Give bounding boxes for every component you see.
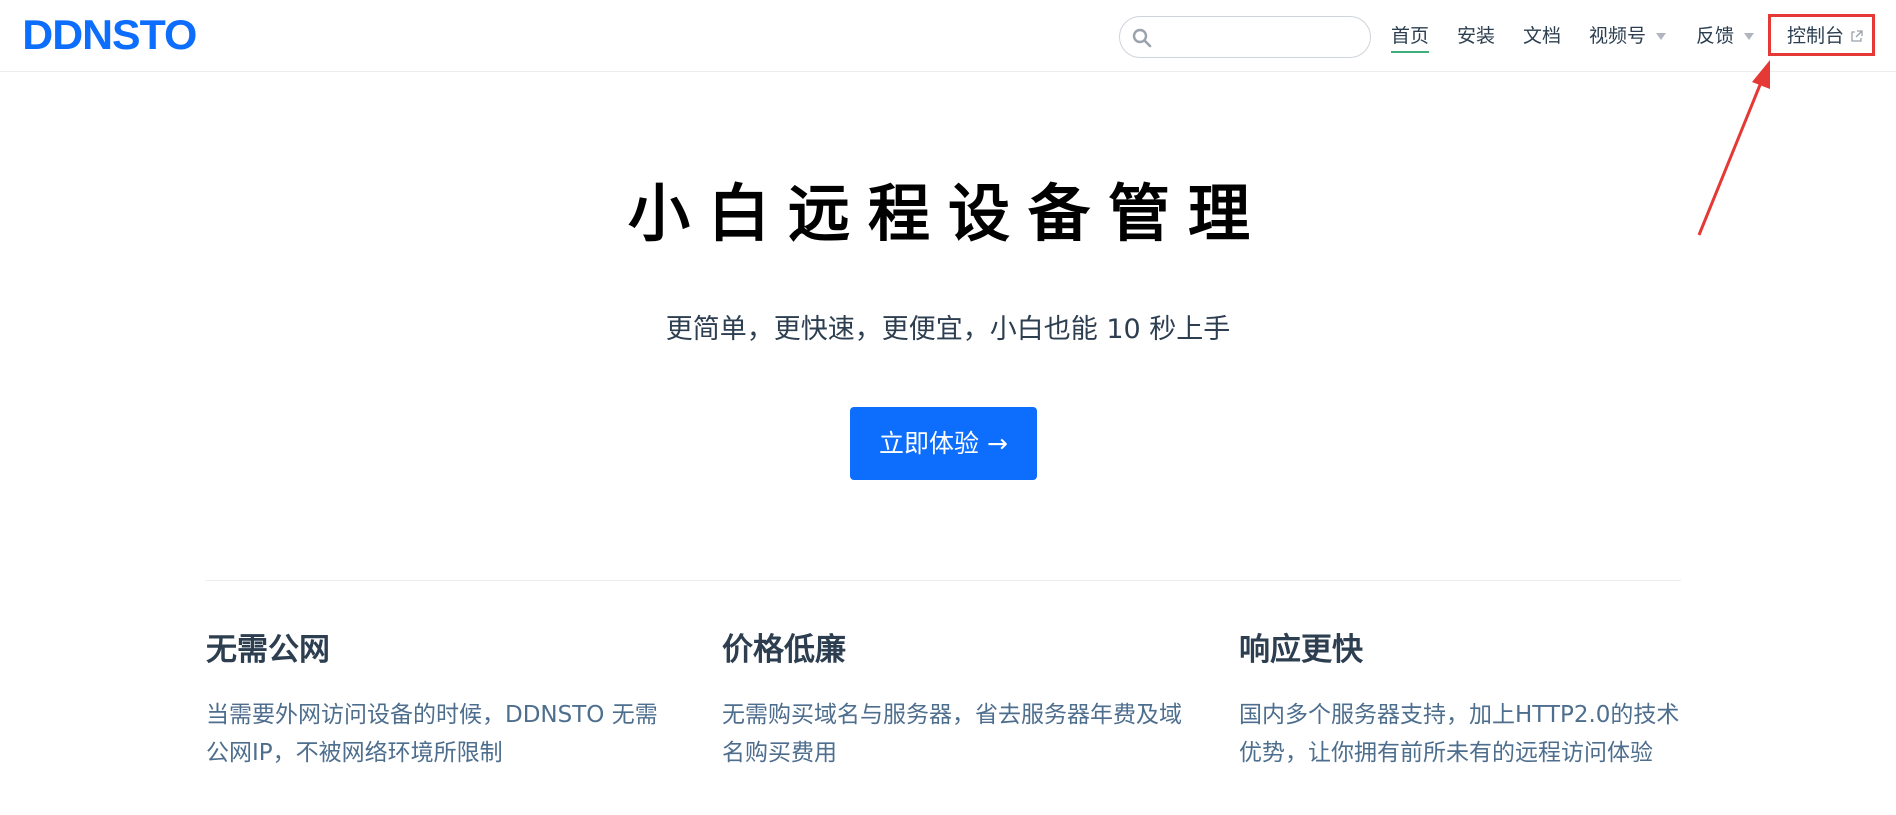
feature-no-public-ip: 无需公网 当需要外网访问设备的时候，DDNSTO 无需公网IP，不被网络环境所限… (206, 628, 666, 772)
feature-title: 响应更快 (1239, 632, 1363, 668)
nav-item-feedback-label: 反馈 (1696, 25, 1735, 47)
nav-item-install[interactable]: 安装 (1457, 22, 1495, 50)
nav-item-video-label: 视频号 (1589, 25, 1647, 47)
console-highlight-box: 控制台 (1768, 14, 1875, 56)
nav-item-video[interactable]: 视频号 (1589, 22, 1667, 50)
feature-title: 无需公网 (206, 632, 330, 668)
hero-title: 小白远程设备管理 (627, 177, 1268, 250)
site-logo[interactable]: DDNSTO (22, 14, 197, 56)
feature-description: 无需购买域名与服务器，省去服务器年费及域名购买费用 (722, 702, 1182, 766)
feature-description: 当需要外网访问设备的时候，DDNSTO 无需公网IP，不被网络环境所限制 (206, 702, 658, 766)
search-input[interactable] (1160, 23, 1360, 51)
external-link-icon (1851, 30, 1863, 42)
feature-description: 国内多个服务器支持，加上HTTP2.0的技术优势，让你拥有前所未有的远程访问体验 (1239, 702, 1680, 766)
section-divider (206, 580, 1681, 581)
search-icon (1132, 28, 1152, 48)
feature-low-price: 价格低廉 无需购买域名与服务器，省去服务器年费及域名购买费用 (722, 628, 1182, 772)
nav-item-console-label: 控制台 (1787, 25, 1845, 47)
feature-faster-response: 响应更快 国内多个服务器支持，加上HTTP2.0的技术优势，让你拥有前所未有的远… (1239, 628, 1699, 772)
nav-item-docs[interactable]: 文档 (1523, 22, 1561, 50)
feature-title: 价格低廉 (722, 632, 846, 668)
chevron-down-icon (1656, 33, 1667, 40)
nav-item-feedback[interactable]: 反馈 (1696, 22, 1755, 50)
nav-item-home[interactable]: 首页 (1391, 22, 1430, 53)
top-navbar: DDNSTO 首页 安装 文档 视频号 反馈 控制台 (0, 0, 1896, 72)
try-now-button[interactable]: 立即体验 → (850, 407, 1037, 480)
search-box[interactable] (1119, 16, 1371, 58)
hero-subtitle: 更简单，更快速，更便宜，小白也能 10 秒上手 (665, 314, 1231, 345)
nav-item-console[interactable]: 控制台 (1787, 24, 1863, 48)
chevron-down-icon (1744, 33, 1755, 40)
